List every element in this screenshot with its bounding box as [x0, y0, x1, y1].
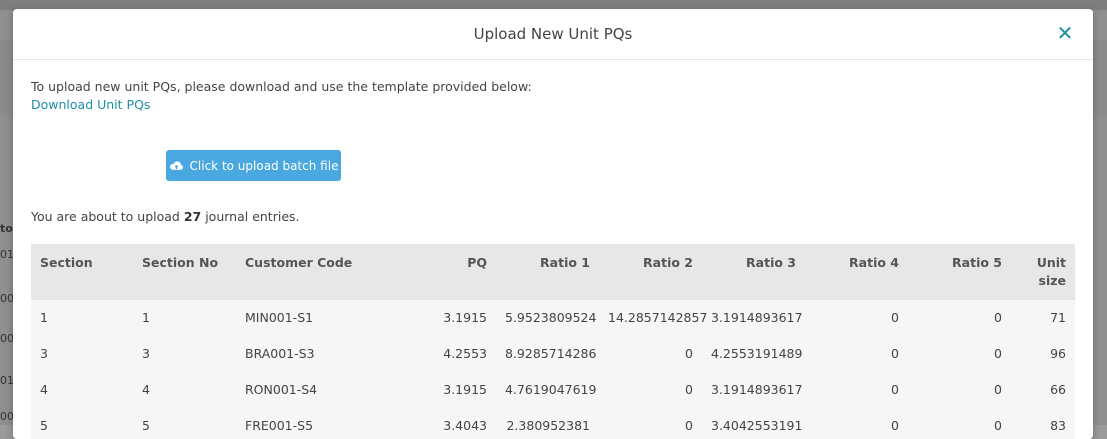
bg-fragment: 00	[0, 332, 14, 345]
cell-ratio-5: 0	[994, 382, 1002, 397]
background-table-fragment: to 01 00 00 01 00	[0, 210, 14, 425]
bg-fragment: 01	[0, 374, 14, 387]
column-header-customer-code: Customer Code	[245, 255, 353, 270]
intro-text: To upload new unit PQs, please download …	[31, 79, 532, 94]
column-header-ratio-5: Ratio 5	[952, 255, 1002, 270]
cell-ratio-4: 0	[891, 346, 899, 361]
cell-section-no: 1	[142, 310, 150, 325]
cell-ratio-2: 0	[685, 418, 693, 433]
cell-ratio-5: 0	[994, 346, 1002, 361]
upload-modal: Upload New Unit PQs ✕ To upload new unit…	[13, 9, 1093, 439]
cell-customer-code: MIN001-S1	[245, 310, 314, 325]
column-header-unit-size: Unit size	[1036, 255, 1066, 288]
bg-fragment: 00	[0, 410, 14, 423]
cell-unit-size: 66	[1050, 382, 1066, 397]
table-row: 5 5 FRE001-S5 3.4043 2.380952381 0 3.404255319…	[31, 408, 1075, 439]
column-header-ratio-1: Ratio 1	[540, 255, 590, 270]
cell-unit-size: 83	[1050, 418, 1066, 433]
cell-ratio-2: 14.2857142857	[608, 310, 708, 325]
cell-ratio-4: 0	[891, 382, 899, 397]
upload-button-label: Click to upload batch file	[189, 158, 339, 173]
cell-unit-size: 96	[1050, 346, 1066, 361]
upload-summary: You are about to upload 27 journal entri…	[31, 209, 300, 224]
cell-ratio-2: 0	[685, 346, 693, 361]
cell-ratio-1: 5.9523809524	[505, 310, 597, 325]
cell-section: 1	[40, 310, 48, 325]
cell-ratio-3: 3.1914893617	[711, 382, 803, 397]
cell-ratio-1: 8.9285714286	[505, 346, 597, 361]
bg-fragment: 01	[0, 248, 14, 261]
cell-section: 4	[40, 382, 48, 397]
summary-suffix: journal entries.	[201, 209, 300, 224]
cell-customer-code: FRE001-S5	[245, 418, 314, 433]
cell-ratio-4: 0	[891, 310, 899, 325]
cell-section-no: 5	[142, 418, 150, 433]
modal-title: Upload New Unit PQs	[473, 25, 633, 43]
column-header-ratio-3: Ratio 3	[746, 255, 796, 270]
cell-unit-size: 71	[1050, 310, 1066, 325]
cell-ratio-4: 0	[891, 418, 899, 433]
cell-section: 5	[40, 418, 48, 433]
cell-ratio-3: 3.1914893617	[711, 310, 803, 325]
cell-section: 3	[40, 346, 48, 361]
cell-ratio-1: 4.7619047619	[505, 382, 597, 397]
column-header-section-no: Section No	[142, 255, 219, 270]
table-header-row: Section Section No Customer Code PQ Rati…	[31, 244, 1075, 300]
column-header-pq: PQ	[467, 255, 487, 270]
cloud-upload-icon	[169, 160, 183, 170]
cell-ratio-1: 2.380952381	[506, 418, 590, 433]
close-icon[interactable]: ✕	[1055, 23, 1075, 43]
cell-pq: 3.1915	[443, 310, 487, 325]
cell-section-no: 3	[142, 346, 150, 361]
table-row: 1 1 MIN001-S1 3.1915 5.9523809524 14.28571428…	[31, 300, 1075, 336]
cell-pq: 3.1915	[443, 382, 487, 397]
cell-ratio-5: 0	[994, 418, 1002, 433]
table-row: 3 3 BRA001-S3 4.2553 8.9285714286 0 4.25531914…	[31, 336, 1075, 372]
cell-pq: 3.4043	[443, 418, 487, 433]
cell-ratio-5: 0	[994, 310, 1002, 325]
entries-table-wrap: Section Section No Customer Code PQ Rati…	[31, 244, 1075, 439]
summary-prefix: You are about to upload	[31, 209, 184, 224]
summary-count: 27	[183, 209, 202, 224]
cell-customer-code: RON001-S4	[245, 382, 318, 397]
cell-ratio-3: 4.2553191489	[711, 346, 803, 361]
table-row: 4 4 RON001-S4 3.1915 4.7619047619 0 3.19148936…	[31, 372, 1075, 408]
entries-table: Section Section No Customer Code PQ Rati…	[31, 244, 1075, 439]
cell-ratio-2: 0	[685, 382, 693, 397]
upload-batch-file-button[interactable]: Click to upload batch file	[166, 150, 341, 181]
column-header-section: Section	[40, 255, 93, 270]
cell-pq: 4.2553	[443, 346, 487, 361]
cell-customer-code: BRA001-S3	[245, 346, 315, 361]
cell-ratio-3: 3.4042553191	[711, 418, 803, 433]
cell-section-no: 4	[142, 382, 150, 397]
column-header-ratio-4: Ratio 4	[849, 255, 899, 270]
column-header-ratio-2: Ratio 2	[643, 255, 693, 270]
bg-fragment: to	[0, 222, 13, 235]
bg-fragment: 00	[0, 292, 14, 305]
modal-header: Upload New Unit PQs ✕	[13, 9, 1093, 60]
download-unit-pqs-link[interactable]: Download Unit PQs	[31, 97, 150, 112]
